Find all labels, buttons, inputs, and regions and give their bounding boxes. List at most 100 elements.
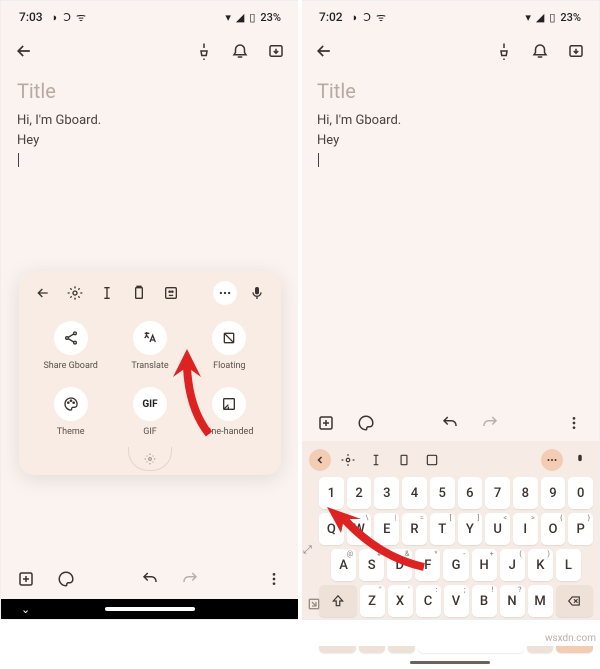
gboard-menu-panel: Share Gboard Translate Floating Theme GI… (19, 271, 281, 475)
right-screenshot: 7:02 ◗ ꓛ ᯤ ▾ ◢ ▯ 23% (300, 0, 600, 620)
annotation-arrow (169, 349, 229, 439)
sticker-icon[interactable] (159, 281, 183, 305)
sticker-icon[interactable] (421, 449, 443, 471)
note-line: Hey (317, 131, 583, 151)
title-placeholder[interactable]: Title (17, 79, 283, 103)
status-bar: 7:03 ◗ ꓛ ᯤ ▾ ◢ ▯ 23% (1, 1, 299, 29)
wifi-icon: ▾ (525, 11, 531, 24)
keyboard-collapse-icon[interactable]: ⌄ (21, 603, 30, 616)
text-cursor (18, 153, 19, 167)
palette-icon[interactable] (355, 412, 377, 434)
title-placeholder[interactable]: Title (317, 79, 583, 103)
key-0[interactable]: 0 (568, 477, 593, 509)
annotation-arrow (319, 497, 429, 577)
text-cursor (318, 153, 319, 167)
nav-pill-icon[interactable] (410, 661, 490, 664)
key-i[interactable]: I> (513, 513, 538, 545)
key-o[interactable]: O{ (541, 513, 566, 545)
zxcv-row: Z"X'C:V;B!N?M (313, 583, 599, 619)
pin-icon[interactable] (493, 40, 515, 62)
archive-icon[interactable] (265, 40, 287, 62)
key-x[interactable]: X' (388, 585, 413, 617)
archive-icon[interactable] (565, 40, 587, 62)
key-g[interactable]: G- (443, 549, 468, 581)
note-line: Hey (17, 131, 283, 151)
watermark: wsxdn.com (545, 633, 596, 644)
key-u[interactable]: U< (485, 513, 510, 545)
key-z[interactable]: Z" (360, 585, 385, 617)
key-7[interactable]: 7 (485, 477, 510, 509)
add-box-icon[interactable] (315, 412, 337, 434)
note-bottom-bar (1, 559, 299, 599)
mic-icon[interactable] (569, 449, 591, 471)
key-6[interactable]: 6 (458, 477, 483, 509)
gboard-menu-toolbar (27, 281, 273, 313)
status-time: 7:02 (319, 10, 343, 24)
clipboard-icon[interactable] (127, 281, 151, 305)
note-line: Hi, I'm Gboard. (317, 111, 583, 131)
more-icon[interactable] (213, 281, 237, 305)
undo-icon[interactable] (139, 568, 161, 590)
carrier-icon: ᯤ (376, 10, 386, 25)
key-h[interactable]: H+ (472, 549, 497, 581)
mic-icon[interactable] (245, 281, 269, 305)
wifi-icon: ▾ (225, 11, 231, 24)
palette-icon[interactable] (55, 568, 77, 590)
key-l[interactable]: L (556, 549, 581, 581)
key-m[interactable]: M (528, 585, 553, 617)
note-editor[interactable]: Title Hi, I'm Gboard. Hey (1, 73, 299, 170)
more-icon[interactable] (541, 449, 563, 471)
overflow-icon[interactable] (263, 568, 285, 590)
carrier-icon: ᯤ (76, 10, 86, 25)
drag-handle-icon[interactable] (128, 447, 172, 471)
back-button[interactable] (313, 40, 335, 62)
moon-icon: ◗ (52, 11, 59, 24)
theme-item[interactable]: Theme (31, 387, 110, 437)
note-editor[interactable]: Title Hi, I'm Gboard. Hey (301, 73, 599, 170)
dock-icon[interactable] (303, 593, 325, 615)
backspace-key[interactable] (556, 585, 594, 617)
note-bottom-bar (301, 405, 599, 441)
redo-icon[interactable] (479, 412, 501, 434)
pin-icon[interactable] (193, 40, 215, 62)
key-n[interactable]: N? (500, 585, 525, 617)
reminder-icon[interactable] (529, 40, 551, 62)
undo-icon[interactable] (439, 412, 461, 434)
redo-icon[interactable] (179, 568, 201, 590)
add-box-icon[interactable] (15, 568, 37, 590)
clipboard-icon[interactable] (393, 449, 415, 471)
key-9[interactable]: 9 (541, 477, 566, 509)
dnd-icon: ꓛ (363, 11, 371, 24)
signal-icon: ◢ (536, 11, 544, 24)
overflow-icon[interactable] (563, 412, 585, 434)
key-8[interactable]: 8 (513, 477, 538, 509)
nav-bar (301, 655, 599, 669)
key-b[interactable]: B! (472, 585, 497, 617)
key-c[interactable]: C: (416, 585, 441, 617)
signal-icon: ◢ (236, 11, 244, 24)
back-button[interactable] (13, 40, 35, 62)
battery-icon: ▯ (549, 11, 555, 24)
menu-back-icon[interactable] (31, 281, 55, 305)
moon-icon: ◗ (352, 11, 359, 24)
nav-bar: ⌄ (1, 599, 299, 619)
gear-icon[interactable] (63, 281, 87, 305)
key-k[interactable]: K) (528, 549, 553, 581)
reminder-icon[interactable] (229, 40, 251, 62)
gboard-menu-grid: Share Gboard Translate Floating Theme GI… (27, 313, 273, 447)
keyboard-toolbar (301, 445, 599, 475)
key-p[interactable]: P} (568, 513, 593, 545)
kb-back-icon[interactable] (309, 449, 331, 471)
key-y[interactable]: Y] (458, 513, 483, 545)
share-gboard-item[interactable]: Share Gboard (31, 321, 110, 371)
expand-icon[interactable]: ⤢ (303, 543, 312, 557)
text-select-icon[interactable] (95, 281, 119, 305)
gear-icon[interactable] (337, 449, 359, 471)
key-t[interactable]: T[ (430, 513, 455, 545)
nav-pill-icon[interactable] (105, 607, 195, 611)
status-time: 7:03 (19, 10, 43, 24)
text-select-icon[interactable] (365, 449, 387, 471)
key-5[interactable]: 5 (430, 477, 455, 509)
key-j[interactable]: J( (500, 549, 525, 581)
key-v[interactable]: V; (444, 585, 469, 617)
